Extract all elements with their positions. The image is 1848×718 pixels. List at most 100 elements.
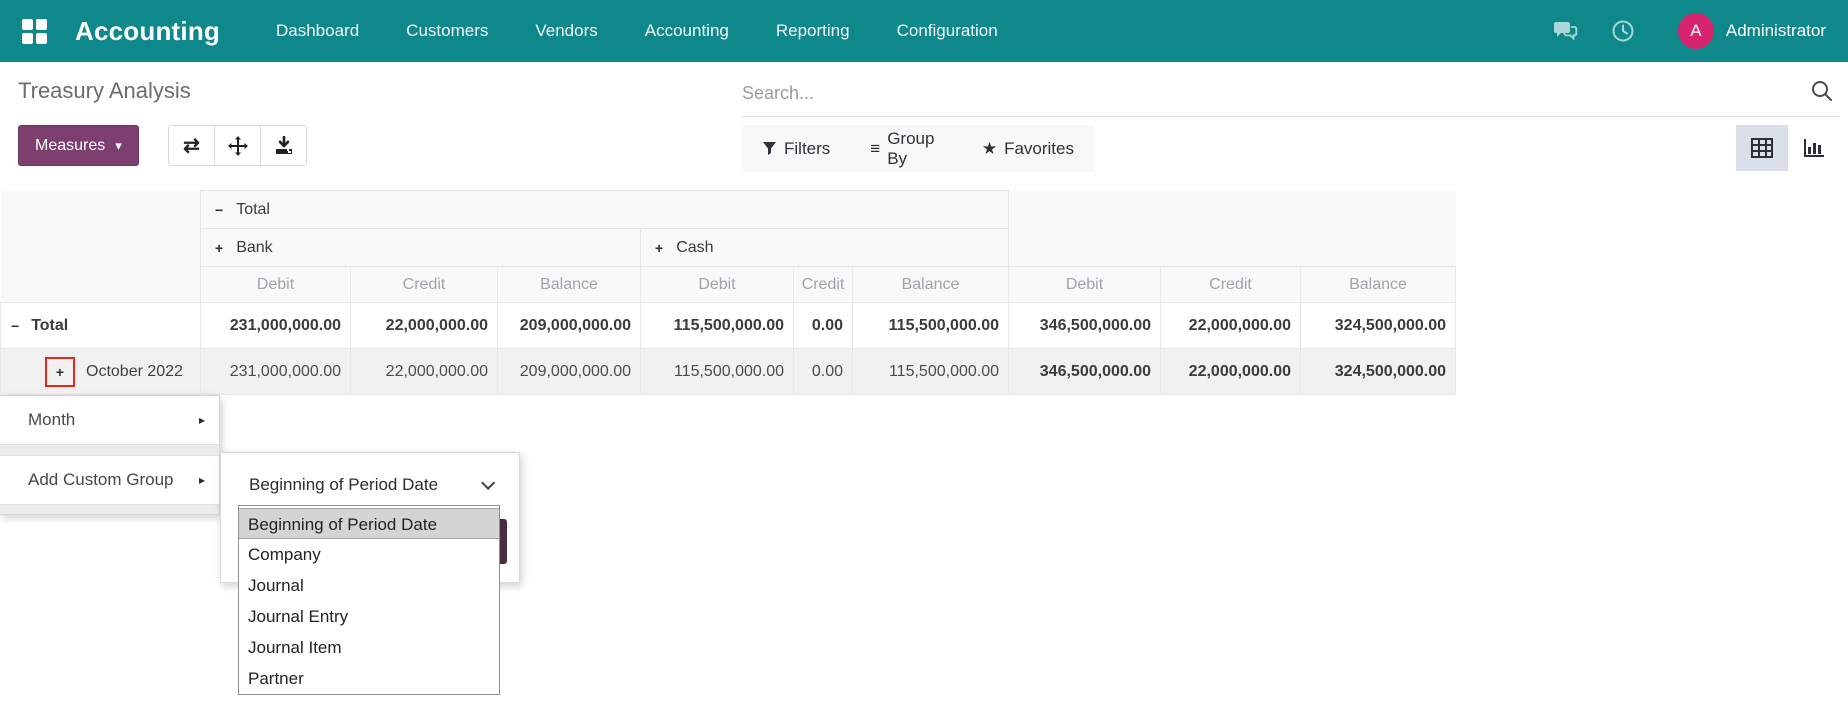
row-total-label: Total [31,316,69,334]
arrows-move-icon [227,135,248,156]
menu-vendors[interactable]: Vendors [535,21,597,41]
measure-header[interactable]: Balance [852,266,1009,303]
measure-header[interactable]: Credit [793,266,853,303]
avatar[interactable]: A [1677,13,1714,49]
search-input[interactable] [742,82,1810,104]
cell-value: 0.00 [793,348,853,395]
row-header-october-2022[interactable]: + October 2022 [0,348,201,395]
option-journal-entry[interactable]: Journal Entry [239,601,499,632]
bar-chart-icon [1804,139,1824,157]
col-group-grand-total [1008,190,1456,267]
table-row: + October 2022 231,000,000.00 22,000,000… [0,348,1456,395]
activities-clock-icon[interactable] [1608,16,1638,46]
flip-axis-icon: ⇄ [183,135,200,157]
cell-value: 22,000,000.00 [350,302,498,349]
cell-value: 231,000,000.00 [200,302,351,349]
download-icon [275,135,292,154]
measure-header[interactable]: Balance [1300,266,1456,303]
menu-configuration[interactable]: Configuration [897,21,998,41]
group-by-menu[interactable]: ≡ Group By [870,129,942,169]
flip-axis-button[interactable]: ⇄ [168,125,215,166]
option-journal-item[interactable]: Journal Item [239,632,499,663]
favorites-label: Favorites [1004,138,1074,158]
add-custom-group-label: Add Custom Group [28,470,174,489]
cell-value: 0.00 [793,302,853,349]
measures-button[interactable]: Measures ▾ [18,125,139,166]
field-select[interactable]: Beginning of Period Date [239,467,501,502]
submenu-arrow-icon: ▸ [198,473,205,487]
cell-value: 231,000,000.00 [200,348,351,395]
measure-header[interactable]: Debit [640,266,794,303]
graph-view-button[interactable] [1788,125,1840,171]
search-facets-bar: Filters ≡ Group By ★ Favorites [742,125,1094,172]
download-button[interactable] [260,125,307,166]
user-menu[interactable]: Administrator [1726,21,1826,41]
month-label: Month [28,410,76,429]
cell-value: 115,500,000.00 [852,302,1009,349]
menu-customers[interactable]: Customers [406,21,488,41]
option-beginning-of-period-date[interactable]: Beginning of Period Date [239,508,499,539]
click-target-annotation: + [45,356,75,387]
cell-value: 22,000,000.00 [1160,302,1301,349]
groupby-dropdown: Month ▸ Add Custom Group ▸ [0,395,220,515]
filter-funnel-icon [763,142,776,155]
col-group-total-label: Total [236,200,270,218]
app-screen: Accounting Dashboard Customers Vendors A… [0,0,1848,718]
measure-header[interactable]: Debit [200,266,351,303]
option-partner[interactable]: Partner [239,663,499,694]
search-icon[interactable] [1810,79,1834,108]
apps-grid-icon[interactable] [22,18,47,44]
col-group-cash-label: Cash [676,238,714,256]
expand-icon[interactable]: + [215,240,223,256]
expand-icon[interactable]: + [655,240,663,256]
field-select-options: Beginning of Period Date Company Journal… [238,505,500,695]
col-group-bank[interactable]: + Bank [200,228,641,267]
cell-value: 115,500,000.00 [640,348,794,395]
row-header-total[interactable]: − Total [0,302,201,349]
measure-header[interactable]: Credit [1160,266,1301,303]
top-navbar: Accounting Dashboard Customers Vendors A… [0,0,1848,62]
messages-icon[interactable] [1550,16,1580,46]
menu-reporting[interactable]: Reporting [776,21,850,41]
measures-label: Measures [35,136,106,154]
group-by-label: Group By [887,128,935,168]
favorites-menu[interactable]: ★ Favorites [982,139,1074,159]
table-row: − Total 231,000,000.00 22,000,000.00 209… [0,302,1456,349]
group-by-icon: ≡ [870,138,881,158]
measure-header[interactable]: Balance [497,266,641,303]
cell-value: 22,000,000.00 [350,348,498,395]
menu-separator [0,444,219,456]
collapse-icon[interactable]: − [215,202,223,218]
option-company[interactable]: Company [239,539,499,570]
menu-item-add-custom-group[interactable]: Add Custom Group ▸ [0,456,219,504]
avatar-initial: A [1690,21,1702,40]
menu-accounting[interactable]: Accounting [645,21,729,41]
cell-value: 115,500,000.00 [852,348,1009,395]
cell-value: 209,000,000.00 [497,348,641,395]
expand-icon[interactable]: + [56,364,64,380]
app-title[interactable]: Accounting [75,16,220,47]
main-menu: Dashboard Customers Vendors Accounting R… [276,21,998,41]
cell-value: 115,500,000.00 [640,302,794,349]
filters-menu[interactable]: Filters [762,139,830,159]
pivot-corner-cell [0,190,201,303]
search-bar [742,70,1840,117]
pivot-view-button[interactable] [1736,125,1788,171]
menu-item-month[interactable]: Month ▸ [0,396,219,444]
col-group-cash[interactable]: + Cash [640,228,1009,267]
col-group-total[interactable]: − Total [200,190,1009,229]
expand-all-button[interactable] [214,125,261,166]
cell-value: 324,500,000.00 [1300,348,1456,395]
submenu-arrow-icon: ▸ [198,413,205,427]
menu-dashboard[interactable]: Dashboard [276,21,359,41]
measure-header[interactable]: Debit [1008,266,1161,303]
measure-header[interactable]: Credit [350,266,498,303]
cell-value: 22,000,000.00 [1160,348,1301,395]
star-icon: ★ [981,138,998,158]
chevron-down-icon [481,475,496,490]
collapse-icon[interactable]: − [11,318,19,334]
navbar-right: A Administrator [1522,13,1826,49]
row-october-label: October 2022 [86,362,183,380]
caret-down-icon: ▾ [115,138,122,153]
option-journal[interactable]: Journal [239,570,499,601]
